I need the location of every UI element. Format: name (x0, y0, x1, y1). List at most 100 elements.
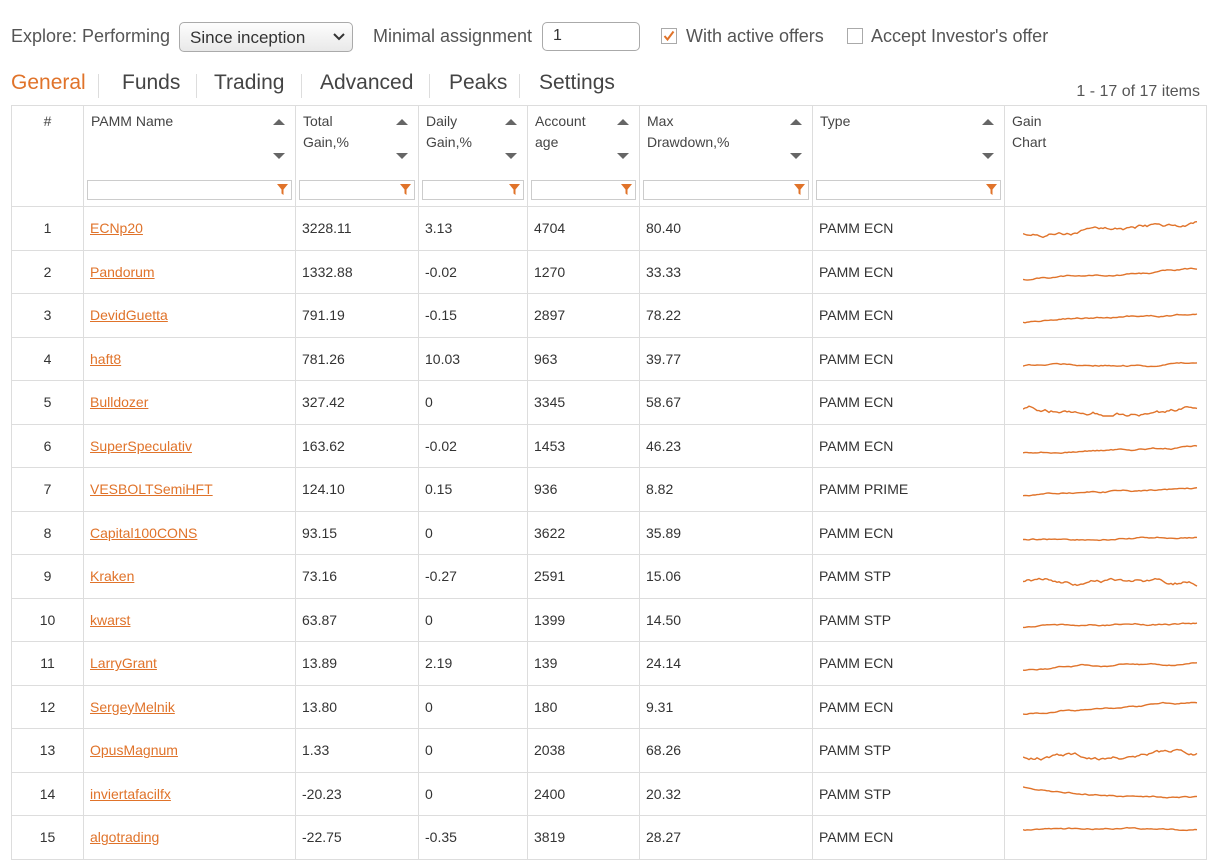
table-row[interactable]: 6 SuperSpeculativ 163.62 -0.02 1453 46.23 PAMM… (11, 423, 1207, 468)
pager-info: 1 - 17 of 17 items (1076, 83, 1200, 100)
account-age-cell: 3819 (527, 815, 640, 860)
column-header-daily-gain[interactable]: Daily Gain,% (418, 105, 528, 207)
investor-offer-label[interactable]: Accept Investor's offer (871, 26, 1048, 47)
name-filter-input[interactable] (87, 180, 292, 200)
sort-desc-icon[interactable] (273, 147, 285, 163)
pamm-name-link[interactable]: haft8 (90, 351, 121, 367)
active-offers-label[interactable]: With active offers (686, 26, 824, 47)
filter-icon[interactable] (620, 183, 633, 199)
sort-asc-icon[interactable] (505, 113, 517, 129)
pamm-name-cell: Capital100CONS (83, 510, 296, 555)
filter-icon[interactable] (508, 183, 521, 199)
pamm-name-link[interactable]: ECNp20 (90, 220, 143, 236)
pamm-name-link[interactable]: inviertafacilfx (90, 786, 171, 802)
column-header-max-drawdown[interactable]: Max Drawdown,% (639, 105, 813, 207)
pamm-name-link[interactable]: algotrading (90, 829, 159, 845)
table-row[interactable]: 2 Pandorum 1332.88 -0.02 1270 33.33 PAMM ECN (11, 249, 1207, 294)
max-drawdown-cell: 78.22 (639, 293, 813, 338)
tab-general[interactable]: General (11, 71, 86, 95)
tab-peaks[interactable]: Peaks (449, 71, 507, 95)
max-drawdown-cell: 28.27 (639, 815, 813, 860)
row-number: 6 (11, 423, 84, 468)
filter-icon[interactable] (399, 183, 412, 199)
sort-asc-icon[interactable] (396, 113, 408, 129)
filter-icon[interactable] (793, 183, 806, 199)
table-row[interactable]: 14 inviertafacilfx -20.23 0 2400 20.32 PAMM ST… (11, 771, 1207, 816)
max-drawdown-filter-input[interactable] (643, 180, 809, 200)
period-select[interactable]: Since inception (179, 22, 353, 52)
pamm-name-link[interactable]: OpusMagnum (90, 742, 178, 758)
sort-asc-icon[interactable] (273, 113, 285, 129)
pamm-name-link[interactable]: Pandorum (90, 264, 155, 280)
gain-chart-cell (1004, 336, 1207, 381)
row-number: 2 (11, 249, 84, 294)
column-header-name[interactable]: PAMM Name (83, 105, 296, 207)
table-row[interactable]: 13 OpusMagnum 1.33 0 2038 68.26 PAMM STP (11, 728, 1207, 773)
sort-asc-icon[interactable] (982, 113, 994, 129)
max-drawdown-cell: 20.32 (639, 771, 813, 816)
account-age-cell: 2591 (527, 554, 640, 599)
sort-asc-icon[interactable] (790, 113, 802, 129)
table-row[interactable]: 8 Capital100CONS 93.15 0 3622 35.89 PAMM ECN (11, 510, 1207, 555)
daily-gain-cell: -0.35 (418, 815, 528, 860)
type-filter-input[interactable] (816, 180, 1001, 200)
sort-desc-icon[interactable] (396, 147, 408, 163)
table-row[interactable]: 4 haft8 781.26 10.03 963 39.77 PAMM ECN (11, 336, 1207, 381)
gain-chart-cell (1004, 467, 1207, 512)
pamm-name-cell: LarryGrant (83, 641, 296, 686)
sort-desc-icon[interactable] (982, 147, 994, 163)
pamm-name-link[interactable]: Kraken (90, 568, 134, 584)
table-row[interactable]: 15 algotrading -22.75 -0.35 3819 28.27 PAMM EC… (11, 815, 1207, 860)
tab-funds[interactable]: Funds (122, 71, 180, 95)
active-offers-checkbox[interactable] (661, 28, 677, 44)
filter-icon[interactable] (985, 183, 998, 199)
daily-gain-filter-input[interactable] (422, 180, 524, 200)
sort-desc-icon[interactable] (790, 147, 802, 163)
pamm-name-link[interactable]: Bulldozer (90, 394, 148, 410)
account-age-filter-input[interactable] (531, 180, 636, 200)
investor-offer-checkbox[interactable] (847, 28, 863, 44)
pamm-name-link[interactable]: SergeyMelnik (90, 699, 175, 715)
sort-desc-icon[interactable] (505, 147, 517, 163)
sort-asc-icon[interactable] (617, 113, 629, 129)
table-row[interactable]: 3 DevidGuetta 791.19 -0.15 2897 78.22 PAMM ECN (11, 293, 1207, 338)
column-header-type[interactable]: Type (812, 105, 1005, 207)
type-cell: PAMM ECN (812, 815, 1005, 860)
table-row[interactable]: 12 SergeyMelnik 13.80 0 180 9.31 PAMM ECN (11, 684, 1207, 729)
table-row[interactable]: 7 VESBOLTSemiHFT 124.10 0.15 936 8.82 PAMM PRI… (11, 467, 1207, 512)
column-header-total-gain[interactable]: Total Gain,% (295, 105, 419, 207)
row-number: 4 (11, 336, 84, 381)
table-row[interactable]: 5 Bulldozer 327.42 0 3345 58.67 PAMM ECN (11, 380, 1207, 425)
total-gain-cell: 1332.88 (295, 249, 419, 294)
pamm-name-link[interactable]: kwarst (90, 612, 130, 628)
max-drawdown-cell: 46.23 (639, 423, 813, 468)
table-row[interactable]: 11 LarryGrant 13.89 2.19 139 24.14 PAMM ECN (11, 641, 1207, 686)
table-row[interactable]: 10 kwarst 63.87 0 1399 14.50 PAMM STP (11, 597, 1207, 642)
pamm-name-link[interactable]: DevidGuetta (90, 307, 168, 323)
type-cell: PAMM ECN (812, 641, 1005, 686)
total-gain-filter-input[interactable] (299, 180, 415, 200)
filter-icon[interactable] (276, 183, 289, 199)
tab-divider (301, 74, 302, 98)
pamm-name-link[interactable]: SuperSpeculativ (90, 438, 192, 454)
sparkline-path (1023, 749, 1198, 761)
tab-settings[interactable]: Settings (539, 71, 615, 95)
min-assignment-input[interactable]: 1 (542, 22, 640, 51)
table-row[interactable]: 1 ECNp20 3228.11 3.13 4704 80.40 PAMM ECN (11, 206, 1207, 251)
table-row[interactable]: 9 Kraken 73.16 -0.27 2591 15.06 PAMM STP (11, 554, 1207, 599)
gain-sparkline (1023, 749, 1198, 761)
gain-chart-cell (1004, 380, 1207, 425)
column-header-gain-chart: Gain Chart (1004, 105, 1207, 207)
row-number: 15 (11, 815, 84, 860)
column-header-account-age[interactable]: Account age (527, 105, 640, 207)
total-gain-cell: -22.75 (295, 815, 419, 860)
tab-divider (98, 74, 99, 98)
pamm-name-link[interactable]: Capital100CONS (90, 525, 197, 541)
pamm-name-link[interactable]: LarryGrant (90, 655, 157, 671)
pamm-name-link[interactable]: VESBOLTSemiHFT (90, 481, 213, 497)
pamm-name-cell: Pandorum (83, 249, 296, 294)
sort-desc-icon[interactable] (617, 147, 629, 163)
tab-advanced[interactable]: Advanced (320, 71, 413, 95)
gain-chart-cell (1004, 293, 1207, 338)
tab-trading[interactable]: Trading (214, 71, 284, 95)
